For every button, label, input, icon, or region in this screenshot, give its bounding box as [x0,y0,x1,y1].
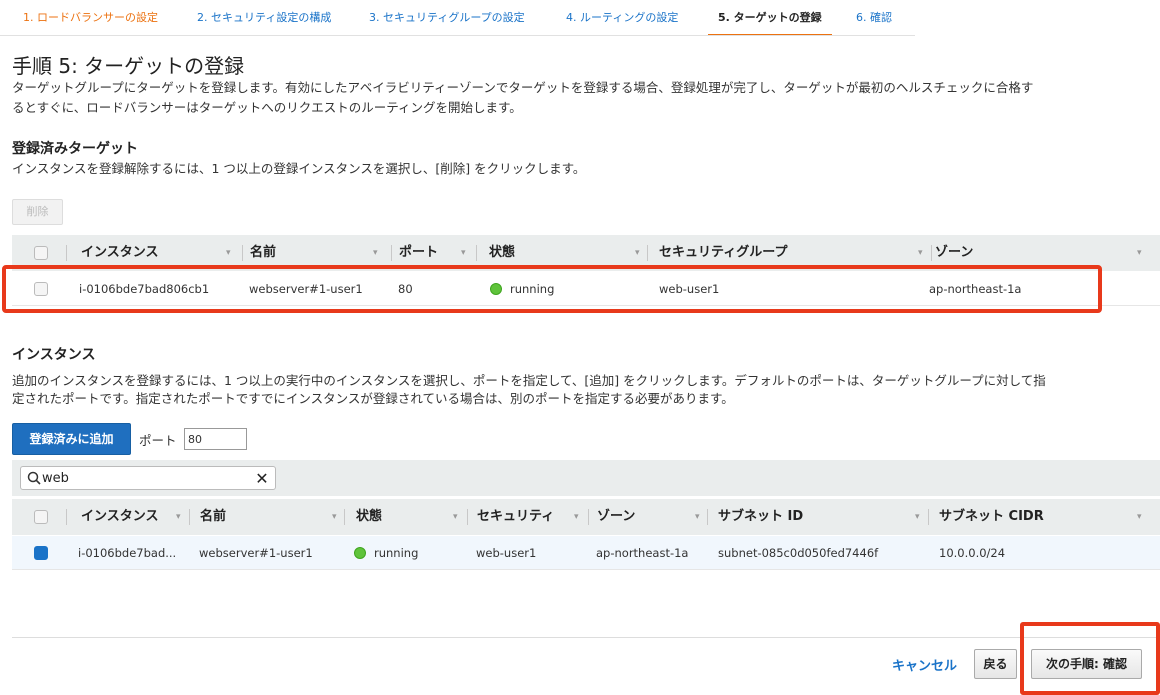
steps-divider [0,35,915,36]
table-header: インスタンス ▾ 名前 ▾ 状態 ▾ セキュリティ ▾ ゾーン ▾ サブネット … [12,499,1160,535]
column-separator [476,245,477,261]
column-header-security[interactable]: セキュリティ [477,499,554,535]
column-separator [467,509,468,525]
column-separator [66,245,67,261]
sort-icon[interactable]: ▾ [915,499,920,535]
registered-targets-title: 登録済みターゲット [12,141,138,157]
step-6-link[interactable]: 6. 確認 [856,0,892,36]
sort-icon[interactable]: ▾ [453,499,458,535]
instances-title: インスタンス [12,347,96,363]
table-row[interactable]: i-0106bde7bad... webserver#1-user1 runni… [12,536,1160,570]
cell-zone: ap-northeast-1a [596,546,689,560]
status-running-icon [354,547,366,559]
sort-icon[interactable]: ▾ [574,499,579,535]
footer-divider [12,637,1160,638]
sort-icon[interactable]: ▾ [1137,499,1142,535]
column-header-subnet-id[interactable]: サブネット ID [718,499,803,535]
column-separator [928,509,929,525]
clear-icon[interactable]: ✕ [253,470,271,488]
column-separator [66,509,67,525]
select-all-checkbox[interactable] [34,246,48,260]
page-title: 手順 5: ターゲットの登録 [12,54,245,78]
step-3-link[interactable]: 3. セキュリティグループの設定 [369,0,525,36]
cancel-link[interactable]: キャンセル [892,655,957,674]
column-header-subnet-cidr[interactable]: サブネット CIDR [939,499,1044,535]
column-header-zone[interactable]: ゾーン [597,499,635,535]
page-description-line-1: ターゲットグループにターゲットを登録します。有効にしたアベイラビリティーゾーンで… [12,80,1034,95]
port-label: ポート [139,433,177,448]
search-icon [27,471,41,485]
port-input[interactable] [184,428,247,450]
column-separator [647,245,648,261]
column-header-instance[interactable]: インスタンス [81,499,158,535]
add-to-registered-button[interactable]: 登録済みに追加 [12,423,131,455]
instances-table: インスタンス ▾ 名前 ▾ 状態 ▾ セキュリティ ▾ ゾーン ▾ サブネット … [12,499,1160,570]
instances-description-line-1: 追加のインスタンスを登録するには、1 つ以上の実行中のインスタンスを選択し、ポー… [12,373,1046,388]
search-box[interactable]: ✕ [20,466,276,490]
highlight-frame [1020,622,1160,695]
highlight-frame [2,265,1102,313]
cell-subnet-id: subnet-085c0d050fed7446f [718,546,879,560]
cell-security: web-user1 [476,546,537,560]
back-button[interactable]: 戻る [974,649,1017,679]
column-header-status[interactable]: 状態 [356,499,382,535]
column-separator [707,509,708,525]
select-all-checkbox[interactable] [34,510,48,524]
instances-description-line-2: 定されたポートです。指定されたポートですでにインスタンスが登録されている場合は、… [12,391,734,406]
cell-name: webserver#1-user1 [199,546,313,560]
column-separator [189,509,190,525]
registered-targets-description: インスタンスを登録解除するには、1 つ以上の登録インスタンスを選択し、[削除] … [12,161,586,176]
remove-button[interactable]: 削除 [12,199,63,225]
search-bar: ✕ [12,460,1160,496]
column-header-name[interactable]: 名前 [200,499,226,535]
step-5-current: 5. ターゲットの登録 [708,0,832,36]
page-description-line-2: るとすぐに、ロードバランサーはターゲットへのリクエストのルーティングを開始します… [12,100,522,115]
column-separator [242,245,243,261]
status-text: running [374,546,419,560]
cell-subnet-cidr: 10.0.0.0/24 [939,546,1006,560]
search-input[interactable] [42,469,242,487]
step-2-link[interactable]: 2. セキュリティ設定の構成 [197,0,331,36]
sort-icon[interactable]: ▾ [176,499,181,535]
sort-icon[interactable]: ▾ [332,499,337,535]
column-separator [391,245,392,261]
step-4-link[interactable]: 4. ルーティングの設定 [566,0,678,36]
cell-status: running [354,536,418,570]
wizard-steps: 1. ロードバランサーの設定 2. セキュリティ設定の構成 3. セキュリティグ… [0,0,1160,36]
column-separator [588,509,589,525]
cell-instance: i-0106bde7bad... [78,546,177,560]
column-separator [931,245,932,261]
column-separator [344,509,345,525]
step-1-link[interactable]: 1. ロードバランサーの設定 [23,0,158,36]
row-checkbox[interactable] [34,546,48,560]
sort-icon[interactable]: ▾ [695,499,700,535]
sort-icon[interactable]: ▾ [1137,235,1142,271]
